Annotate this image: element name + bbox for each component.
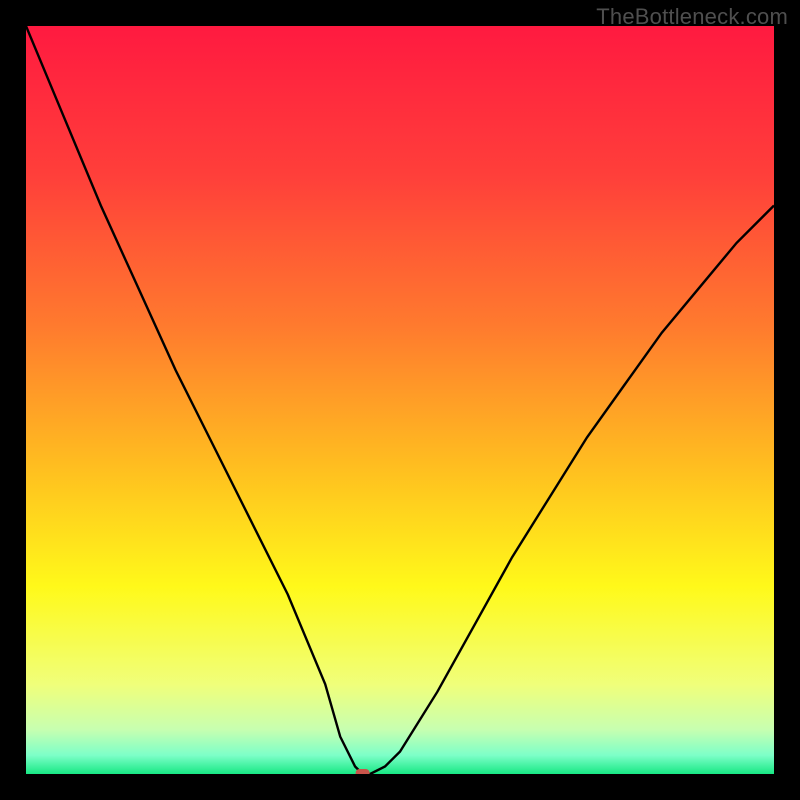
chart-frame: TheBottleneck.com: [0, 0, 800, 800]
plot-area: [26, 26, 774, 774]
watermark-label: TheBottleneck.com: [596, 4, 788, 30]
chart-svg: [26, 26, 774, 774]
gradient-background: [26, 26, 774, 774]
minimum-marker: [356, 769, 370, 774]
